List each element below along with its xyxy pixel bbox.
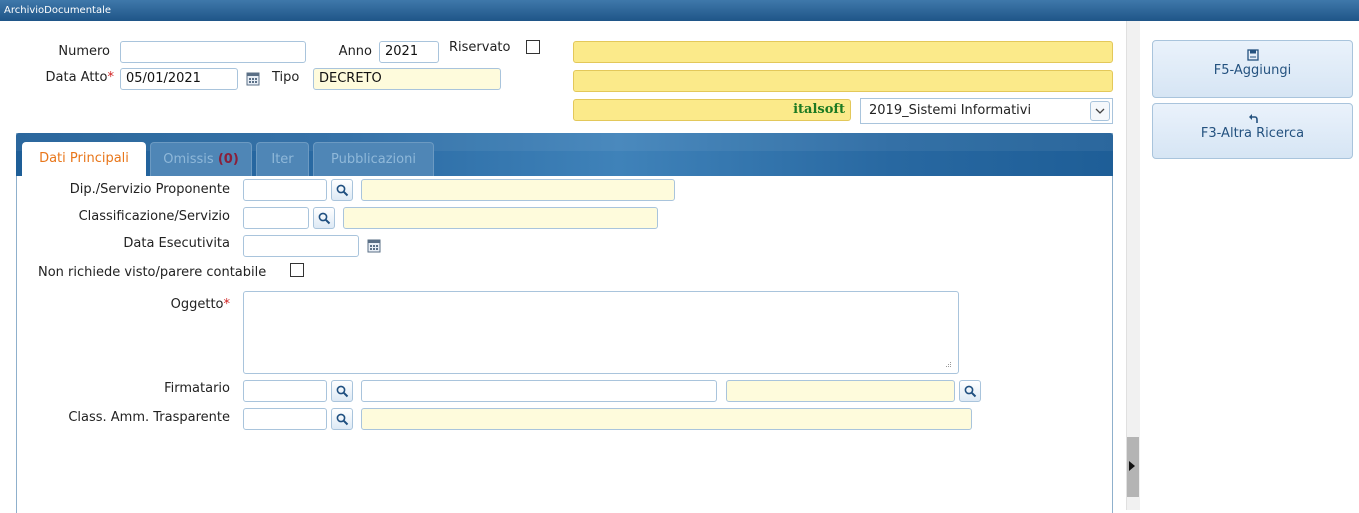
data-esecutivita-input[interactable] [243, 235, 359, 257]
required-marker: * [107, 70, 115, 85]
servizio-select[interactable]: 2019_Sistemi Informativi [860, 98, 1113, 124]
classificazione-description [343, 207, 658, 229]
search-icon [964, 385, 977, 398]
italsoft-field: italsoft [573, 99, 851, 121]
data-atto-input[interactable]: 05/01/2021 [120, 68, 238, 90]
class-amm-search-button[interactable] [331, 408, 353, 430]
tab-omissis-count: (0) [217, 152, 239, 167]
floppy-disk-icon [1246, 49, 1259, 61]
dip-servizio-label: Dip./Servizio Proponente [69, 182, 230, 197]
oggetto-label-text: Oggetto [170, 297, 224, 312]
tab-omissis-label: Omissis [163, 152, 214, 167]
anno-label: Anno [338, 44, 372, 59]
collapse-arrow-icon[interactable] [1128, 460, 1136, 472]
tab-dati-principali[interactable]: Dati Principali [22, 142, 146, 176]
search-icon [336, 385, 349, 398]
required-marker: * [223, 297, 231, 312]
chevron-down-icon[interactable] [1090, 101, 1110, 121]
info-field-1 [573, 41, 1113, 63]
firmatario-description [726, 380, 955, 402]
numero-label: Numero [58, 44, 110, 59]
riservato-checkbox[interactable] [526, 40, 540, 54]
data-esecutivita-label: Data Esecutivita [123, 236, 230, 251]
classificazione-search-button[interactable] [313, 207, 335, 229]
search-icon [336, 413, 349, 426]
classificazione-code-input[interactable] [243, 207, 309, 229]
firmatario-code-input[interactable] [243, 380, 327, 402]
dip-servizio-search-button[interactable] [331, 179, 353, 201]
window-title: ArchivioDocumentale [4, 5, 112, 16]
info-field-2 [573, 70, 1113, 92]
data-atto-label: Data Atto* [20, 67, 115, 89]
class-amm-description [361, 408, 972, 430]
altra-ricerca-button[interactable]: F3-Altra Ricerca [1152, 103, 1353, 159]
aggiungi-button-label: F5-Aggiungi [1213, 63, 1292, 78]
tab-iter[interactable]: Iter [256, 142, 309, 176]
oggetto-label: Oggetto* [30, 294, 230, 316]
firmatario-search-button-2[interactable] [959, 380, 981, 402]
data-atto-label-text: Data Atto [45, 70, 108, 85]
class-amm-label: Class. Amm. Trasparente [68, 410, 230, 425]
non-richiede-checkbox[interactable] [290, 263, 304, 277]
firmatario-label: Firmatario [164, 381, 230, 396]
resize-grip-icon[interactable] [944, 361, 952, 369]
firmatario-name-input[interactable] [361, 380, 717, 402]
tipo-label: Tipo [272, 70, 300, 85]
aggiungi-button[interactable]: F5-Aggiungi [1152, 40, 1353, 98]
altra-ricerca-button-label: F3-Altra Ricerca [1200, 126, 1305, 141]
tab-pubblicazioni[interactable]: Pubblicazioni [313, 142, 434, 176]
dip-servizio-code-input[interactable] [243, 179, 327, 201]
numero-input[interactable] [120, 41, 306, 63]
classificazione-label: Classificazione/Servizio [78, 209, 230, 224]
class-amm-code-input[interactable] [243, 408, 327, 430]
riservato-label: Riservato [449, 40, 511, 55]
dip-servizio-description [361, 179, 675, 201]
return-arrow-icon [1248, 114, 1258, 123]
oggetto-textarea[interactable] [243, 291, 959, 374]
servizio-select-value: 2019_Sistemi Informativi [869, 103, 1032, 118]
window-title-bar: ArchivioDocumentale [0, 0, 1359, 21]
tipo-input[interactable]: DECRETO [313, 68, 501, 90]
firmatario-search-button[interactable] [331, 380, 353, 402]
anno-input[interactable]: 2021 [379, 41, 439, 63]
calendar-icon[interactable] [367, 239, 381, 253]
search-icon [318, 212, 331, 225]
search-icon [336, 184, 349, 197]
non-richiede-label: Non richiede visto/parere contabile [38, 265, 267, 280]
tab-omissis[interactable]: Omissis (0) [150, 142, 252, 176]
calendar-icon[interactable] [246, 72, 260, 86]
